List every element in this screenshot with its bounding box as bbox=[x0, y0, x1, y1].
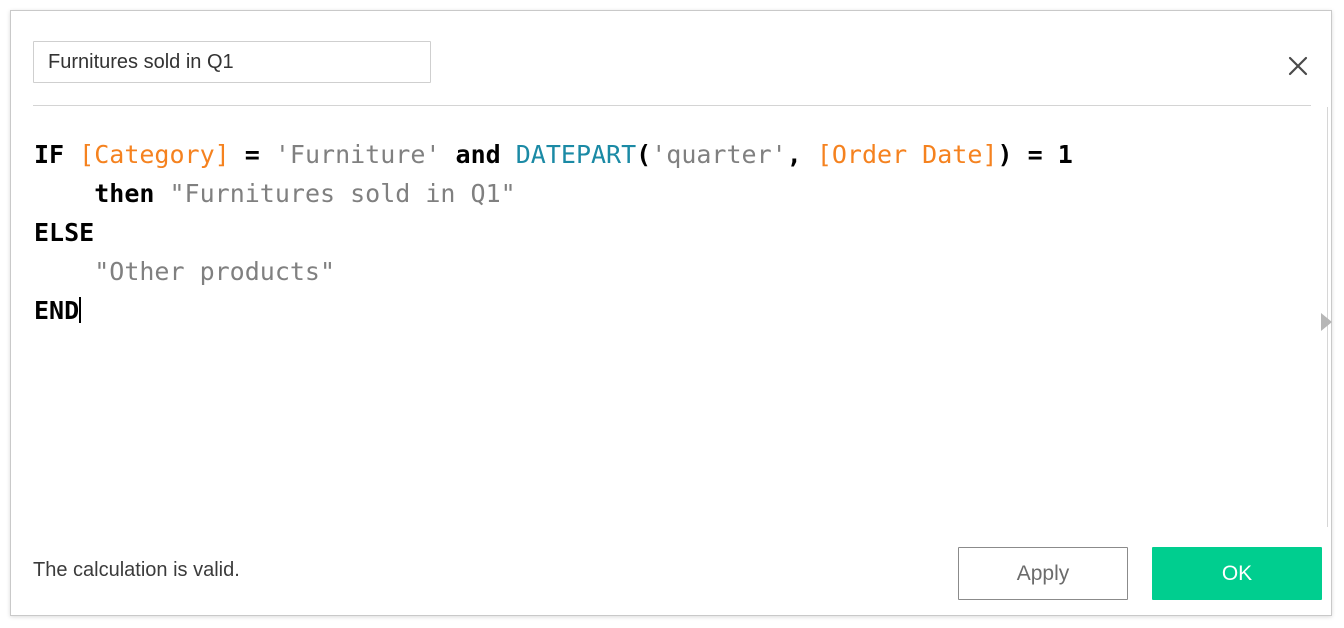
formula-editor[interactable]: IF [Category] = 'Furniture' and DATEPART… bbox=[11, 107, 1327, 527]
text-caret bbox=[79, 297, 82, 323]
formula-token-plain bbox=[64, 140, 79, 169]
formula-token-string: 'Furniture' bbox=[274, 140, 441, 169]
formula-token-plain bbox=[501, 140, 516, 169]
formula-token-plain bbox=[154, 179, 169, 208]
formula-token-plain bbox=[260, 140, 275, 169]
formula-token-keyword: END bbox=[34, 296, 80, 325]
formula-token-operator: ( bbox=[636, 140, 652, 169]
formula-token-operator: ) bbox=[997, 140, 1013, 169]
formula-token-operator: , bbox=[786, 140, 802, 169]
formula-token-string: 'quarter' bbox=[651, 140, 787, 169]
calculated-field-dialog: IF [Category] = 'Furniture' and DATEPART… bbox=[10, 10, 1332, 616]
formula-token-plain bbox=[802, 140, 817, 169]
formula-token-plain bbox=[34, 257, 94, 286]
formula-token-operator: = bbox=[244, 140, 260, 169]
formula-token-plain bbox=[1043, 140, 1058, 169]
formula-token-operator: = bbox=[1027, 140, 1043, 169]
triangle-right-icon[interactable] bbox=[1317, 309, 1335, 335]
validation-status: The calculation is valid. bbox=[33, 559, 240, 581]
formula-token-function: DATEPART bbox=[515, 140, 637, 169]
field-name-input[interactable] bbox=[33, 41, 431, 83]
formula-token-plain bbox=[34, 179, 94, 208]
formula-code[interactable]: IF [Category] = 'Furniture' and DATEPART… bbox=[34, 135, 1073, 330]
formula-token-plain bbox=[1013, 140, 1028, 169]
close-icon[interactable] bbox=[1281, 49, 1315, 83]
triangle-right-glyph bbox=[1321, 313, 1332, 331]
formula-token-keyword: ELSE bbox=[34, 218, 95, 247]
formula-token-number: 1 bbox=[1057, 140, 1073, 169]
formula-token-string: "Furnitures sold in Q1" bbox=[169, 179, 516, 208]
apply-button[interactable]: Apply bbox=[958, 547, 1128, 600]
formula-token-plain bbox=[440, 140, 455, 169]
formula-token-keyword: then bbox=[94, 179, 155, 208]
formula-token-string: "Other products" bbox=[94, 257, 336, 286]
formula-token-keyword: and bbox=[455, 140, 501, 169]
formula-token-field: [Order Date] bbox=[816, 140, 998, 169]
dialog-footer: The calculation is valid. Apply OK bbox=[11, 525, 1331, 615]
formula-token-plain bbox=[230, 140, 245, 169]
ok-button[interactable]: OK bbox=[1152, 547, 1322, 600]
formula-token-field: [Category] bbox=[79, 140, 230, 169]
header-divider bbox=[33, 105, 1311, 106]
dialog-header bbox=[11, 11, 1331, 106]
formula-token-keyword: IF bbox=[34, 140, 65, 169]
